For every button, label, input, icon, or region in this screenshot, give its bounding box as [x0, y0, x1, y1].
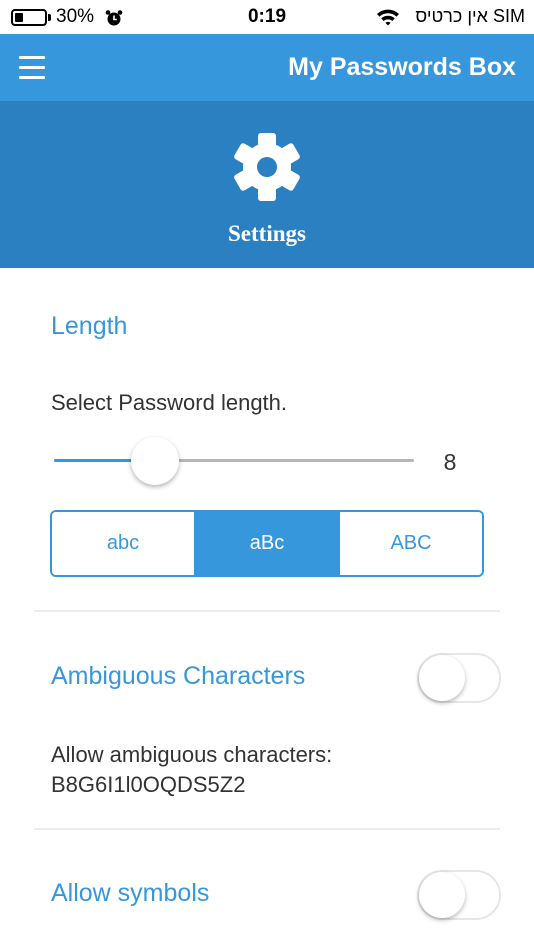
toggle-knob [419, 872, 465, 918]
case-option-mixed[interactable]: aBc [194, 512, 338, 575]
password-length-slider[interactable] [54, 437, 414, 485]
length-description: Select Password length. [51, 390, 288, 415]
wifi-icon [377, 9, 399, 26]
gear-icon [234, 133, 300, 201]
slider-thumb[interactable] [130, 437, 179, 485]
case-selector: abc aBc ABC [50, 510, 484, 577]
section-divider [34, 610, 500, 612]
section-divider [34, 828, 500, 830]
menu-bar-line [19, 65, 45, 69]
allow-symbols-toggle[interactable] [417, 870, 501, 920]
settings-header: Settings [0, 101, 534, 268]
ambiguous-characters-toggle[interactable] [417, 653, 501, 703]
carrier-name: אין כרטיס SIM [415, 6, 525, 26]
password-length-value: 8 [443, 449, 457, 475]
menu-bar-line [19, 55, 45, 59]
ambiguous-description: Allow ambiguous characters: B8G6I1l0OQDS… [51, 740, 332, 800]
settings-title: Settings [228, 221, 306, 246]
length-section-title: Length [51, 312, 128, 340]
toggle-knob [419, 655, 465, 701]
ambiguous-characters-list: B8G6I1l0OQDS5Z2 [51, 772, 246, 797]
case-option-uppercase[interactable]: ABC [338, 512, 482, 575]
status-bar: 30% 0:19 אין כרטיס SIM [0, 0, 534, 34]
app-bar: My Passwords Box [0, 34, 534, 101]
symbols-section-title: Allow symbols [51, 879, 210, 907]
menu-bar-line [19, 75, 45, 79]
app-title: My Passwords Box [288, 53, 516, 81]
hamburger-menu-icon[interactable] [12, 47, 52, 87]
ambiguous-section-title: Ambiguous Characters [51, 662, 306, 690]
ambiguous-description-line: Allow ambiguous characters: [51, 742, 333, 767]
case-option-lowercase[interactable]: abc [52, 512, 194, 575]
